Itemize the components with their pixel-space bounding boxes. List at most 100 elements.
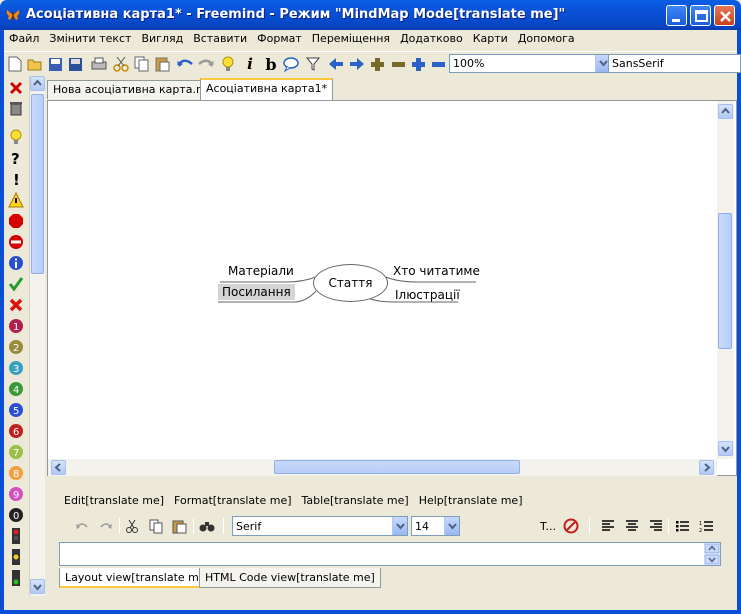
tab-new-map[interactable]: Нова асоціативна карта.mm [47,80,224,99]
menu-edit[interactable]: Змінити текст [44,30,136,49]
priority-5-icon[interactable]: 5 [8,402,24,418]
filter-icon[interactable] [304,55,322,73]
no-entry-icon[interactable] [8,234,24,250]
open-folder-icon[interactable] [26,55,44,73]
font-select[interactable]: SansSerif [608,54,741,73]
trash-icon[interactable] [8,100,24,116]
redo-icon[interactable] [97,517,115,535]
scroll-up-icon[interactable] [30,76,45,91]
menu-file[interactable]: Файл [4,30,44,49]
arrow-left-icon[interactable] [327,55,345,73]
arrow-right-icon[interactable] [348,55,366,73]
editor-font-select[interactable]: Serif [232,516,408,536]
idea-bulb-icon[interactable] [219,55,237,73]
redo-icon[interactable] [197,55,215,73]
menu-tools[interactable]: Додатково [395,30,468,49]
node-illustrations[interactable]: Ілюстрації [395,288,460,302]
align-left-icon[interactable] [599,517,617,535]
warning-icon[interactable] [8,192,24,208]
priority-8-icon[interactable]: 8 [8,465,24,481]
menu-view[interactable]: Вигляд [136,30,188,49]
remove-last-icon-x-icon[interactable] [8,80,24,96]
save-as-icon[interactable] [66,55,84,73]
question-icon[interactable]: ? [8,150,24,166]
zoom-select[interactable]: 100% [449,54,611,73]
editor-menu-help[interactable]: Help[translate me] [414,492,528,510]
speech-bubble-icon[interactable] [282,55,300,73]
note-scrollbar[interactable] [704,543,720,565]
traffic-light-yellow-icon[interactable] [8,549,24,565]
chevron-down-icon[interactable] [444,517,459,535]
priority-2-icon[interactable]: 2 [8,339,24,355]
editor-size-select[interactable]: 14 [411,516,460,536]
zoom-in-plus-icon[interactable] [368,55,386,73]
icon-toolbar-scrollbar[interactable] [29,76,45,596]
root-node[interactable]: Стаття [313,264,388,302]
node-links[interactable]: Посилання [218,284,295,300]
copy-icon[interactable] [133,55,151,73]
priority-1-icon[interactable]: 1 [8,318,24,334]
info-icon[interactable] [8,255,24,271]
undo-icon[interactable] [73,517,91,535]
bullet-list-icon[interactable] [673,517,691,535]
numbered-list-icon[interactable]: 12 [697,517,715,535]
note-text-area[interactable] [59,542,721,566]
priority-9-icon[interactable]: 9 [8,486,24,502]
node-audience[interactable]: Хто читатиме [393,264,480,278]
cut-icon[interactable] [123,517,141,535]
priority-3-icon[interactable]: 3 [8,360,24,376]
zoom-out-minus-icon[interactable] [389,55,407,73]
clear-format-icon[interactable] [562,517,580,535]
editor-menu-edit[interactable]: Edit[translate me] [59,492,169,510]
menu-format[interactable]: Формат [252,30,307,49]
binoculars-find-icon[interactable] [198,517,216,535]
align-center-icon[interactable] [623,517,641,535]
menu-help[interactable]: Допомога [513,30,580,49]
stop-sign-icon[interactable] [8,213,24,229]
scroll-thumb[interactable] [31,94,44,274]
bulb-icon[interactable] [8,129,24,145]
mindmap-canvas[interactable]: Матеріали Посилання Стаття Хто читатиме … [47,100,737,476]
scroll-down-icon[interactable] [718,441,733,456]
undo-icon[interactable] [176,55,194,73]
menu-navigate[interactable]: Переміщення [307,30,395,49]
scroll-arrows-icon[interactable] [704,543,720,565]
align-right-icon[interactable] [647,517,665,535]
priority-0-icon[interactable]: 0 [8,507,24,523]
maximize-button[interactable] [690,5,711,26]
minimize-button[interactable] [666,5,687,26]
scroll-down-icon[interactable] [30,579,45,594]
paste-icon[interactable] [170,517,188,535]
tab-map1[interactable]: Асоціативна карта1* [200,78,334,100]
save-icon[interactable] [46,55,64,73]
blue-minus-icon[interactable] [429,55,447,73]
checkmark-icon[interactable] [8,276,24,292]
editor-menu-format[interactable]: Format[translate me] [169,492,296,510]
paste-icon[interactable] [153,55,171,73]
blue-plus-icon[interactable] [409,55,427,73]
bold-icon[interactable]: b [262,55,280,74]
tab-layout-view[interactable]: Layout view[translate me] [59,568,216,588]
priority-7-icon[interactable]: 7 [8,444,24,460]
map-horizontal-scrollbar[interactable] [48,459,717,476]
menu-insert[interactable]: Вставити [188,30,252,49]
menu-maps[interactable]: Карти [468,30,513,49]
scroll-right-icon[interactable] [699,460,714,475]
map-vertical-scrollbar[interactable] [717,101,734,459]
scroll-thumb[interactable] [718,213,732,349]
scroll-left-icon[interactable] [51,460,66,475]
editor-menu-table[interactable]: Table[translate me] [297,492,414,510]
italic-icon[interactable]: i [241,55,259,73]
traffic-light-red-icon[interactable] [8,528,24,544]
scroll-thumb[interactable] [274,460,520,474]
exclamation-icon[interactable]: ! [8,171,24,187]
tab-html-code-view[interactable]: HTML Code view[translate me] [199,568,381,588]
red-cross-icon[interactable] [8,297,24,313]
text-style-button[interactable]: T... [535,517,561,535]
copy-icon[interactable] [147,517,165,535]
new-file-icon[interactable] [6,55,24,73]
chevron-down-icon[interactable] [392,517,407,535]
traffic-light-green-icon[interactable] [8,570,24,586]
node-materials[interactable]: Матеріали [228,264,294,278]
scroll-up-icon[interactable] [718,104,733,119]
